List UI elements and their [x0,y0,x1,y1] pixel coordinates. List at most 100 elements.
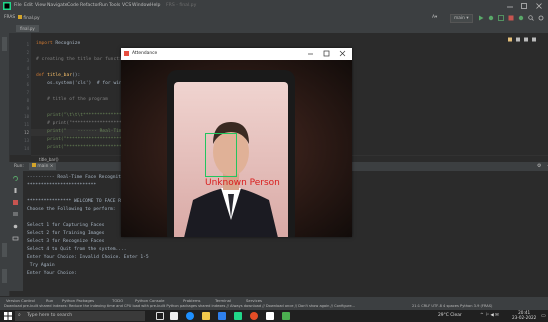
coverage-icon[interactable] [498,15,504,23]
weather-widget[interactable]: 29°C Clear [438,313,462,318]
console-line: Select 4 to Quit from the system.... [27,247,127,252]
camera-app-icon[interactable] [266,312,274,320]
line-number: 12 [24,130,29,135]
clock-date: 23-02-2022 [512,315,537,320]
console-line: Choose the Following to perform: [27,207,116,212]
rerun-icon[interactable] [12,175,19,183]
menu-run[interactable]: Run [99,3,108,8]
pycharm-logo-icon [3,2,11,12]
store-icon[interactable] [218,312,226,320]
menu-refactor[interactable]: Refactor [80,3,99,8]
system-tray-icons[interactable]: ^ ⚐ ◀ ✉ [480,313,499,318]
edge-browser-icon[interactable] [186,312,194,320]
code-line-2: # creating the title bar function [36,57,128,62]
windows-taskbar: ⌕ Type here to search 29°C Clear ^ ⚐ ◀ ✉… [0,310,548,322]
file-manager-icon[interactable] [170,312,178,320]
code-line-1: import Recognize [36,41,80,46]
maximize-icon[interactable] [520,2,528,12]
favorites-tool-button[interactable] [2,269,7,283]
python-file-icon [18,15,22,21]
window-title: FRS - final.py [166,3,197,8]
search-everywhere-icon[interactable] [528,15,534,23]
minimize-icon[interactable] [506,2,514,12]
chrome-icon[interactable] [250,312,258,320]
print-icon[interactable] [12,235,19,243]
task-view-icon[interactable] [156,312,164,320]
inspection-indicator[interactable] [508,37,542,42]
close-tab-icon[interactable]: × [50,164,54,169]
line-number: 10 [24,114,29,119]
menu-vcs[interactable]: VCS [122,3,131,8]
notification-icon[interactable]: ▭ [541,313,546,319]
editor-tab-final[interactable]: final.py [16,25,39,32]
close-icon[interactable] [535,2,543,12]
opencv-minimize-icon[interactable] [307,50,314,58]
code-line-4: os.system('cls') # for windows [36,81,133,86]
taskbar-clock[interactable]: 20:41 23-02-2022 [512,310,536,320]
console-line: ************************* [27,183,97,188]
line-number: 7 [26,90,29,95]
pycharm-taskbar-icon[interactable] [234,312,242,320]
console-line: Select 1 for Capturing Faces [27,223,105,228]
console-line: Select 3 for Recognize Faces [27,239,105,244]
structure-tool-button[interactable] [2,243,7,257]
line-number: 1 [26,42,29,47]
debug-icon[interactable] [488,15,494,23]
file-breadcrumb[interactable]: final.py [18,15,40,21]
menu-view[interactable]: View [35,3,46,8]
python-run-icon [32,163,36,170]
line-number: 5 [26,74,29,79]
menu-code[interactable]: Code [67,3,79,8]
run-settings-gear-icon[interactable]: ⚙ [537,163,541,169]
menu-bar: File Edit View Navigate Code Refactor Ru… [0,0,548,13]
python-app-icon[interactable] [282,312,290,320]
file-explorer-icon[interactable] [202,312,210,320]
run-tab-label: main [37,164,49,169]
git-icon[interactable] [518,15,524,23]
line-number: 3 [26,58,29,63]
taskbar-search-icon: ⌕ [18,312,21,318]
opencv-close-icon[interactable] [339,50,346,58]
opencv-titlebar[interactable]: Attendance [121,48,352,60]
menu-tools[interactable]: Tools [109,3,120,8]
windows-start-icon[interactable] [4,312,12,321]
menu-window[interactable]: Window [132,3,150,8]
opencv-window-icon [124,51,129,57]
settings-gear-icon[interactable] [538,15,544,23]
face-bounding-box [205,133,237,177]
menu-edit[interactable]: Edit [24,3,33,8]
run-icon[interactable] [478,15,484,23]
menu-help[interactable]: Help [150,3,160,8]
file-breadcrumb-label: final.py [23,16,40,21]
run-config-select[interactable]: main ▾ [450,14,473,23]
menu-navigate[interactable]: Navigate [47,3,68,8]
line-number: 4 [26,66,29,71]
wrench-icon[interactable] [12,187,19,195]
stop-run-icon[interactable] [12,199,19,207]
opencv-maximize-icon[interactable] [323,50,330,58]
line-number: 8 [26,98,29,103]
console-line: Enter Your Choice: [27,271,77,276]
project-tool-button[interactable] [2,37,7,51]
taskbar-search-box[interactable]: ⌕ Type here to search [15,311,145,321]
console-line: Select 2 for Training Images [27,231,105,236]
status-message[interactable]: Download pre-built shared indexes: Reduc… [4,304,404,308]
menu-file[interactable]: File [14,3,22,8]
run-tab-main[interactable]: main × [29,163,57,170]
pin-icon[interactable] [12,223,19,231]
project-breadcrumb[interactable]: FRAS [4,15,15,20]
opencv-window[interactable]: Attendance Unknown Person [121,48,352,237]
run-label: Run: [14,164,24,169]
editor-tab-label: final.py [20,26,35,31]
status-right-info[interactable]: 21:1 CRLF UTF-8 4 spaces Python 3.9 (FRA… [412,304,492,308]
recognition-label: Unknown Person [205,178,280,188]
run-toolbar [9,171,23,291]
stop-icon[interactable] [508,15,514,23]
code-token: Recognize [52,41,81,46]
code-line-3: def title_bar(): [36,73,80,78]
keyword-token: import [36,41,53,46]
soft-wrap-icon[interactable] [12,211,19,219]
code-line-5: # title of the program [36,97,108,102]
camera-frame: Unknown Person [121,60,352,237]
user-icon[interactable]: A▾ [432,15,437,20]
